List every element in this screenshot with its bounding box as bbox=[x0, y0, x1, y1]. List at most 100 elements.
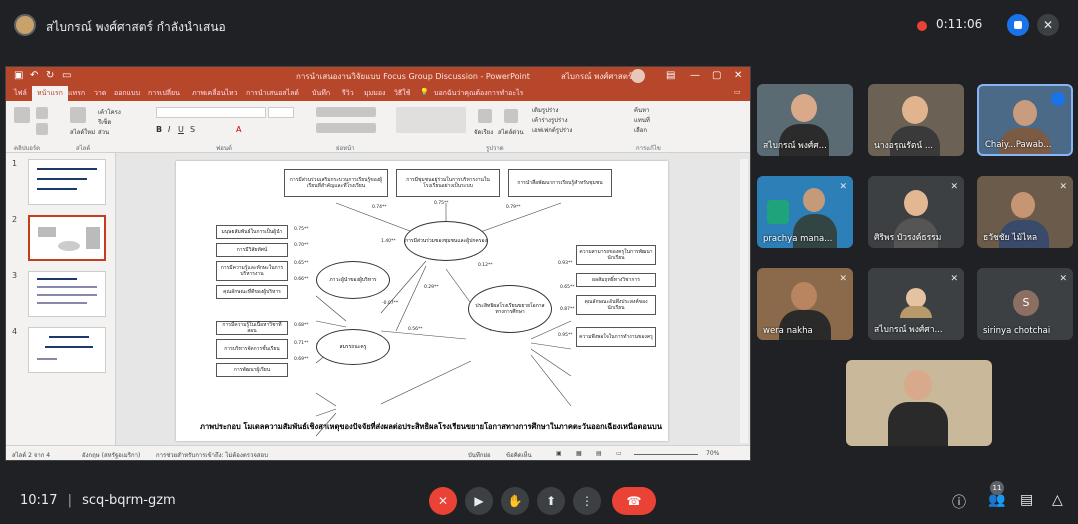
meeting-info: 10:17 | scq-bqrm-gzm bbox=[20, 493, 176, 508]
zoom-slider[interactable] bbox=[634, 454, 698, 455]
present-button[interactable]: ⬆ bbox=[537, 487, 565, 515]
redo-icon[interactable]: ↻ bbox=[46, 70, 54, 81]
save-icon[interactable]: ▣ bbox=[14, 70, 23, 81]
tab-file[interactable]: ไฟล์ bbox=[14, 88, 27, 99]
tab-help[interactable]: วิธีใช้ bbox=[394, 88, 410, 99]
find-button[interactable]: ค้นหา bbox=[634, 105, 649, 115]
clock-time: 10:17 bbox=[20, 493, 58, 508]
language-status[interactable]: อังกฤษ (สหรัฐอเมริกา) bbox=[82, 450, 140, 460]
screen-share-button[interactable] bbox=[1007, 14, 1029, 36]
font-name-box[interactable] bbox=[156, 107, 266, 118]
mic-off-button[interactable]: ✕ bbox=[429, 487, 457, 515]
indicator-box: ความสามารถของครูในการพัฒนานักเรียน bbox=[576, 245, 656, 265]
shape-fill-button[interactable]: เติมรูปร่าง bbox=[532, 105, 558, 115]
minimize-icon[interactable]: — bbox=[690, 70, 700, 81]
tab-draw[interactable]: วาด bbox=[94, 88, 106, 99]
arrange-button[interactable]: จัดเรียง bbox=[474, 127, 493, 137]
copy-icon[interactable] bbox=[36, 123, 48, 135]
new-slide-icon[interactable] bbox=[70, 107, 86, 123]
quick-styles-icon[interactable] bbox=[504, 109, 518, 123]
slide-thumbnail-3[interactable] bbox=[28, 271, 106, 317]
participant-tile[interactable]: ✕ ศิริพร บัวรงค์ธรรม bbox=[868, 176, 964, 248]
slide-thumbnail-1[interactable] bbox=[28, 159, 106, 205]
tell-me-search[interactable]: บอกฉันว่าคุณต้องการทำอะไร bbox=[434, 88, 523, 99]
meeting-code: scq-bqrm-gzm bbox=[82, 493, 176, 508]
shapes-gallery[interactable] bbox=[396, 107, 466, 133]
participant-tile[interactable]: S ✕ sirinya chotchai bbox=[977, 268, 1073, 340]
paragraph-align[interactable] bbox=[316, 123, 376, 133]
participant-tile[interactable]: Chaiy...Pawab... bbox=[977, 84, 1073, 156]
comments-icon[interactable]: ▭ bbox=[734, 88, 741, 96]
camera-button[interactable]: ▶ bbox=[465, 487, 493, 515]
shape-effects-button[interactable]: เอฟเฟกต์รูปร่าง bbox=[532, 125, 572, 135]
participant-tile[interactable]: ✕ ธวัชชัย ไม้ไหล bbox=[977, 176, 1073, 248]
new-slide-button[interactable]: สไลด์ใหม่ bbox=[70, 127, 95, 137]
participant-tile[interactable]: สไบกรณ์ พงศ์ศ... bbox=[757, 84, 853, 156]
tab-home[interactable]: หน้าแรก bbox=[32, 86, 68, 101]
slideshow-view-icon[interactable]: ▭ bbox=[616, 450, 622, 457]
chat-icon[interactable]: ▤ bbox=[1020, 492, 1033, 508]
presenter-avatar bbox=[14, 14, 36, 36]
meeting-details-icon[interactable]: ⓘ bbox=[952, 492, 966, 512]
font-color-button[interactable]: A bbox=[236, 125, 241, 134]
ppt-user-avatar[interactable] bbox=[631, 69, 645, 83]
shape-outline-button[interactable]: เค้าร่างรูปร่าง bbox=[532, 115, 568, 125]
indicator-box: การมีความรู้ในเนื้อหาวิชาที่สอน bbox=[216, 321, 288, 335]
normal-view-icon[interactable]: ▣ bbox=[556, 450, 562, 457]
leave-call-button[interactable]: ☎ bbox=[612, 487, 656, 515]
path-coefficient: 0.74** bbox=[372, 205, 387, 210]
tab-animations[interactable]: ภาพเคลื่อนไหว bbox=[192, 88, 238, 99]
layout-button[interactable]: เค้าโครง bbox=[98, 107, 121, 117]
tab-record[interactable]: บันทึก bbox=[312, 88, 330, 99]
strikethrough-button[interactable]: S bbox=[190, 125, 195, 134]
zoom-level[interactable]: 70% bbox=[706, 450, 719, 457]
mic-off-icon[interactable]: ✕ bbox=[1037, 14, 1059, 36]
more-options-button[interactable]: ⋮ bbox=[573, 487, 601, 515]
underline-button[interactable]: U bbox=[178, 125, 184, 134]
participant-tile[interactable]: ✕ สไบกรณ์ พงศ์ศา... bbox=[868, 268, 964, 340]
participant-name: prachya mana... bbox=[763, 234, 833, 244]
select-button[interactable]: เลือก bbox=[634, 125, 647, 135]
participant-tile[interactable]: ✕ wera nakha bbox=[757, 268, 853, 340]
people-icon[interactable]: 👥 bbox=[988, 492, 1005, 508]
raise-hand-button[interactable]: ✋ bbox=[501, 487, 529, 515]
arrange-icon[interactable] bbox=[478, 109, 492, 123]
activities-icon[interactable]: △ bbox=[1052, 492, 1063, 508]
slide-number: 3 bbox=[12, 271, 18, 280]
notes-button[interactable]: บันทึกย่อ bbox=[468, 450, 491, 460]
comments-button[interactable]: ข้อคิดเห็น bbox=[506, 450, 532, 460]
paste-icon[interactable] bbox=[14, 107, 30, 123]
participant-name: sirinya chotchai bbox=[983, 326, 1051, 336]
undo-icon[interactable]: ↶ bbox=[30, 70, 38, 81]
tab-insert[interactable]: แทรก bbox=[68, 88, 85, 99]
participant-tile[interactable]: นางอรุณรัตน์ ... bbox=[868, 84, 964, 156]
tab-slideshow[interactable]: การนำเสนอสไลด์ bbox=[246, 88, 299, 99]
start-slideshow-icon[interactable]: ▭ bbox=[62, 70, 71, 81]
reset-button[interactable]: รีเซ็ต bbox=[98, 117, 111, 127]
tab-view[interactable]: มุมมอง bbox=[364, 88, 385, 99]
replace-button[interactable]: แทนที่ bbox=[634, 115, 650, 125]
participant-name: สไบกรณ์ พงศ์ศ... bbox=[763, 141, 827, 151]
maximize-icon[interactable]: ▢ bbox=[712, 70, 721, 81]
tab-review[interactable]: รีวิว bbox=[342, 88, 354, 99]
reading-view-icon[interactable]: ▤ bbox=[596, 450, 602, 457]
bold-button[interactable]: B bbox=[156, 125, 162, 134]
section-button[interactable]: ส่วน bbox=[98, 127, 109, 137]
tab-transitions[interactable]: การเปลี่ยน bbox=[148, 88, 180, 99]
participant-tile[interactable]: ✕ prachya mana... bbox=[757, 176, 853, 248]
slide-sorter-icon[interactable]: ▦ bbox=[576, 450, 582, 457]
tab-design[interactable]: ออกแบบ bbox=[114, 88, 140, 99]
self-view-tile[interactable] bbox=[846, 360, 992, 446]
accessibility-status[interactable]: การช่วยสำหรับการเข้าถึง: ไม่ต้องตรวจสอบ bbox=[156, 450, 268, 460]
slide-thumbnail-2[interactable] bbox=[28, 215, 106, 261]
slide-thumbnail-4[interactable] bbox=[28, 327, 106, 373]
quick-styles-button[interactable]: สไตล์ด่วน bbox=[498, 127, 524, 137]
indicator-box: มนุษยสัมพันธ์ในการเป็นผู้นำ bbox=[216, 225, 288, 239]
bullets-numbering[interactable] bbox=[316, 107, 376, 117]
slide-scrollbar[interactable] bbox=[740, 159, 748, 443]
font-size-box[interactable] bbox=[268, 107, 294, 118]
close-icon[interactable]: ✕ bbox=[734, 70, 742, 81]
italic-button[interactable]: I bbox=[168, 125, 170, 134]
cut-icon[interactable] bbox=[36, 107, 48, 119]
ribbon-display-icon[interactable]: ▤ bbox=[666, 70, 675, 81]
